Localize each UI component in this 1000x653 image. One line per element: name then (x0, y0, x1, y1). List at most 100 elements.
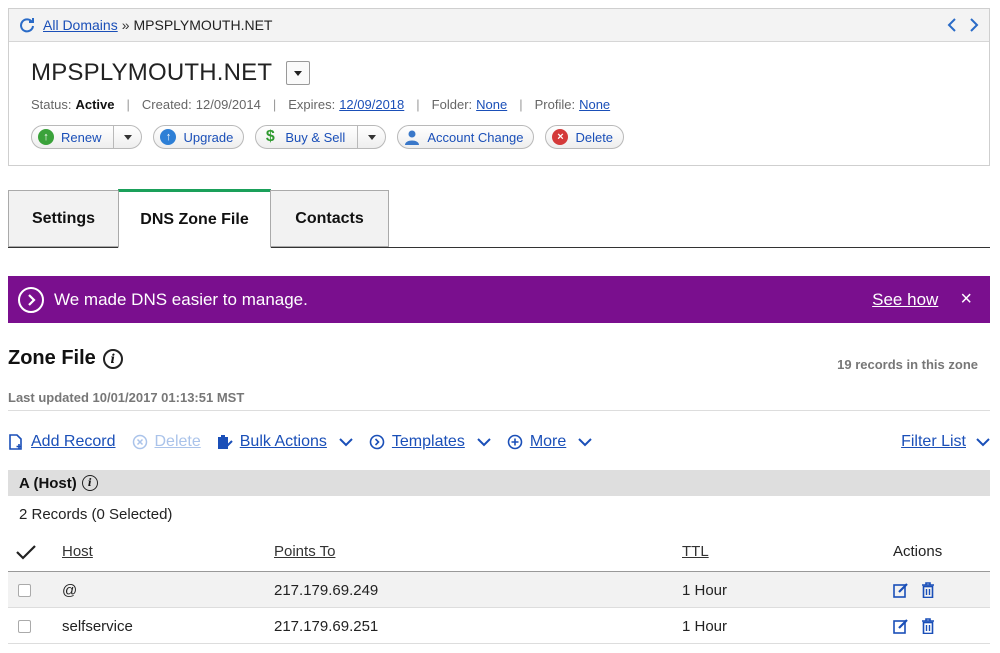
add-record-label: Add Record (31, 433, 116, 450)
refresh-icon[interactable] (19, 17, 35, 33)
account-change-label: Account Change (427, 129, 524, 145)
tab-settings[interactable]: Settings (8, 190, 119, 247)
divider (8, 410, 990, 411)
page-title: Zone File (8, 347, 96, 369)
row-checkbox[interactable] (18, 584, 31, 597)
table-row: selfservice 217.179.69.251 1 Hour (8, 608, 990, 644)
add-document-icon (8, 434, 24, 450)
chevron-right-icon[interactable] (969, 18, 979, 32)
ttl-cell: 1 Hour (682, 582, 728, 599)
add-record-button[interactable]: Add Record (8, 433, 116, 451)
dollar-icon: $ (265, 128, 275, 145)
folder-link[interactable]: None (476, 97, 507, 112)
dns-banner: We made DNS easier to manage. See how × (8, 276, 990, 323)
chevron-left-icon[interactable] (947, 18, 957, 32)
breadcrumb-separator: » (121, 17, 130, 33)
info-icon[interactable]: i (81, 475, 98, 491)
tab-dns-zone-file[interactable]: DNS Zone File (118, 189, 271, 248)
chevron-circle-icon (369, 434, 385, 450)
edit-icon[interactable] (893, 618, 909, 634)
column-points-to[interactable]: Points To (274, 543, 335, 560)
row-checkbox[interactable] (18, 620, 31, 633)
delete-records-label: Delete (154, 433, 201, 450)
domain-panel: All Domains » MPSPLYMOUTH.NET MPSPLYMOUT… (8, 8, 990, 166)
trash-icon[interactable] (920, 618, 936, 634)
close-icon[interactable]: × (960, 288, 972, 311)
edit-icon[interactable] (893, 582, 909, 598)
renew-label: Renew (61, 129, 102, 145)
divider: | (416, 97, 420, 112)
created-value: 12/09/2014 (195, 97, 261, 112)
section-header-a-host[interactable]: A (Host) i (8, 470, 990, 496)
records-selected-count: 2 Records (0 Selected) (19, 506, 173, 523)
breadcrumb-current: MPSPLYMOUTH.NET (133, 17, 273, 33)
tab-bar: Settings DNS Zone File Contacts (8, 189, 990, 248)
bulk-actions-button[interactable]: Bulk Actions (217, 433, 353, 451)
breadcrumb-all-domains[interactable]: All Domains (43, 17, 118, 33)
delete-records-button[interactable]: Delete (132, 433, 201, 451)
created-label: Created: (141, 97, 192, 112)
upgrade-button[interactable]: ↑ Upgrade (153, 125, 245, 149)
last-updated: Last updated 10/01/2017 01:13:51 MST (8, 390, 245, 405)
table-row: @ 217.179.69.249 1 Hour (8, 572, 990, 608)
domain-menu-button[interactable] (286, 61, 311, 85)
ttl-cell: 1 Hour (682, 618, 728, 635)
chevron-down-icon (976, 438, 990, 447)
chevron-down-icon (339, 438, 353, 447)
expires-label: Expires: (288, 97, 336, 112)
see-how-link[interactable]: See how (872, 290, 938, 310)
clipboard-edit-icon (217, 434, 233, 450)
profile-link[interactable]: None (579, 97, 610, 112)
section-title: A (Host) (19, 474, 77, 492)
column-actions: Actions (893, 543, 943, 560)
renew-icon: ↑ (38, 129, 54, 145)
tab-contacts[interactable]: Contacts (270, 190, 389, 247)
divider: | (272, 97, 277, 112)
column-host[interactable]: Host (62, 543, 93, 560)
buy-sell-label: Buy & Sell (285, 129, 346, 145)
column-ttl[interactable]: TTL (682, 543, 709, 560)
plus-circle-icon (507, 434, 523, 450)
domain-actions: ↑ Renew ↑ Upgrade $ Buy & Sell Account C… (31, 125, 625, 149)
filter-list-button[interactable]: Filter List (901, 433, 990, 451)
renew-dropdown[interactable] (113, 125, 141, 149)
delete-icon: × (552, 129, 569, 145)
host-cell: selfservice (62, 618, 133, 635)
trash-icon[interactable] (920, 582, 936, 598)
filter-list-label: Filter List (901, 433, 966, 450)
domain-nav (947, 18, 979, 32)
status-value: Active (75, 97, 115, 112)
templates-button[interactable]: Templates (369, 433, 491, 451)
upgrade-label: Upgrade (183, 129, 234, 145)
more-button[interactable]: More (507, 433, 592, 451)
delete-label: Delete (575, 129, 614, 145)
table-header: Host Points To TTL Actions (8, 538, 990, 572)
host-cell: @ (62, 582, 78, 599)
record-count: 19 records in this zone (837, 357, 978, 372)
bulk-actions-label: Bulk Actions (239, 433, 327, 450)
expires-link[interactable]: 12/09/2018 (339, 97, 404, 112)
domain-title-row: MPSPLYMOUTH.NET (31, 59, 311, 87)
renew-button[interactable]: ↑ Renew (31, 125, 143, 149)
delete-circle-icon (132, 434, 148, 450)
domain-meta: Status: Active | Created: 12/09/2014 | E… (31, 97, 610, 112)
points-to-cell: 217.179.69.249 (274, 582, 379, 599)
account-change-button[interactable]: Account Change (397, 125, 535, 149)
upgrade-icon: ↑ (160, 129, 177, 145)
points-to-cell: 217.179.69.251 (274, 618, 379, 635)
status-label: Status: (31, 97, 72, 112)
buy-sell-button[interactable]: $ Buy & Sell (255, 125, 387, 149)
breadcrumb: All Domains » MPSPLYMOUTH.NET (9, 9, 989, 42)
folder-label: Folder: (431, 97, 473, 112)
user-icon (404, 129, 420, 145)
zone-file-heading: Zone File i (8, 347, 123, 370)
profile-label: Profile: (534, 97, 576, 112)
zone-toolbar: Add Record Delete Bulk Actions Templates… (8, 430, 990, 454)
buy-sell-dropdown[interactable] (357, 125, 385, 149)
delete-domain-button[interactable]: × Delete (545, 125, 625, 149)
more-label: More (529, 433, 567, 450)
chevron-down-icon (578, 438, 592, 447)
select-all-check-icon[interactable] (16, 544, 36, 560)
info-icon[interactable]: i (102, 348, 123, 369)
chevron-down-icon (477, 438, 491, 447)
